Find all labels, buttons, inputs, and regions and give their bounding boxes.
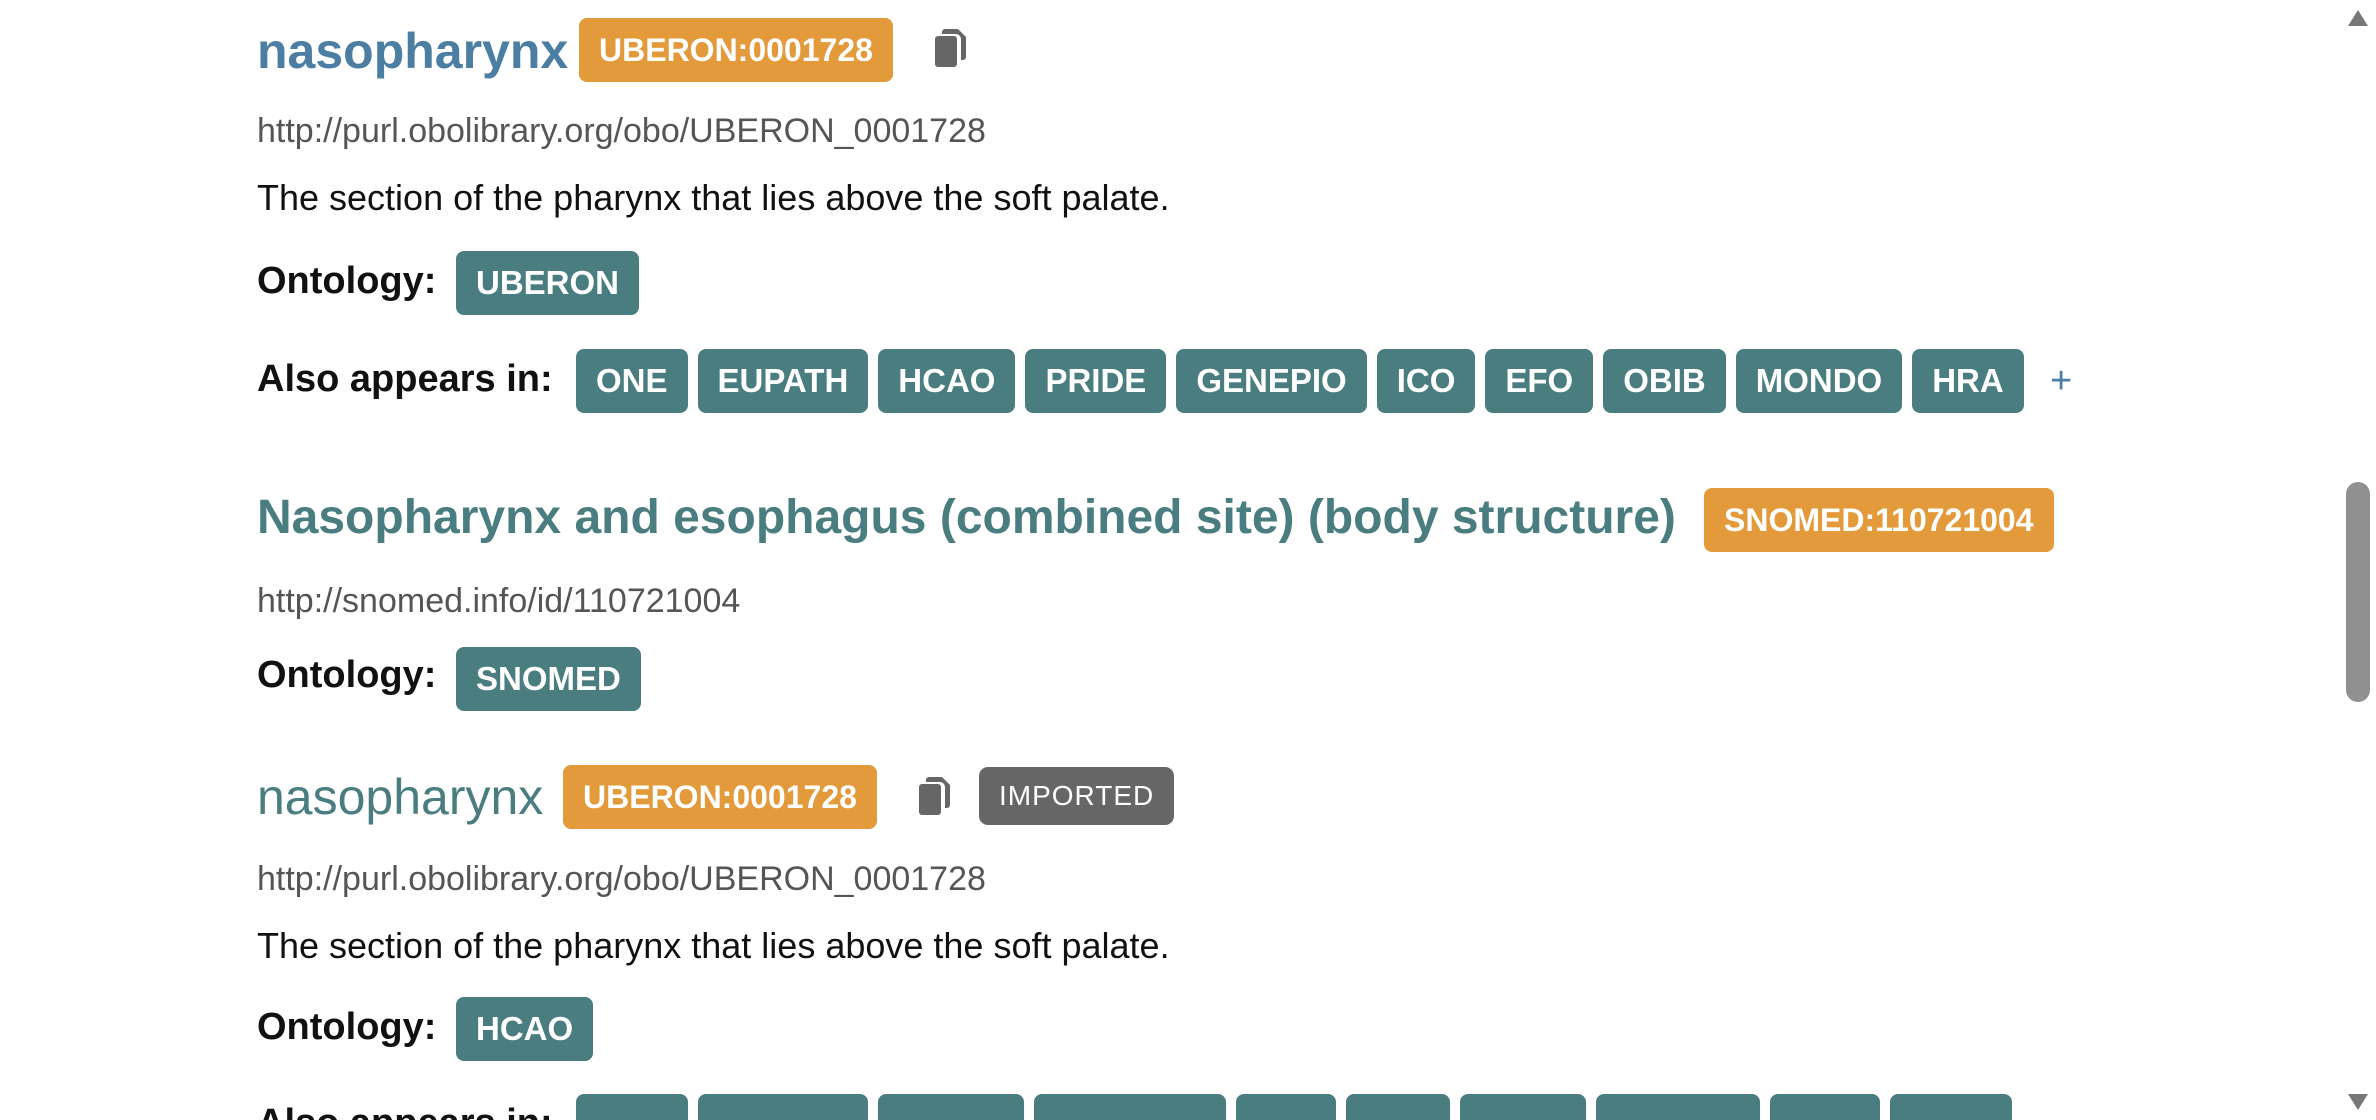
ontology-badge[interactable] [1460,1094,1586,1120]
ontology-label: Ontology: [257,1006,437,1048]
also-appears-label: Also appears in: [257,1102,553,1120]
ontology-badge[interactable] [1346,1094,1450,1120]
search-results: nasopharynx UBERON:0001728 http://purl.o… [0,0,2340,1120]
ontology-badge[interactable] [576,1094,688,1120]
ontology-badge[interactable] [698,1094,868,1120]
copy-icon[interactable] [916,776,952,816]
ontology-label: Ontology: [257,654,437,696]
curie-badge[interactable]: UBERON:0001728 [563,765,877,829]
iri-link[interactable]: http://purl.obolibrary.org/obo/UBERON_00… [257,112,986,151]
ontology-badge-mondo[interactable]: MONDO [1735,349,1903,413]
scroll-thumb[interactable] [2346,482,2370,702]
description: The section of the pharynx that lies abo… [257,925,1170,966]
ontology-badge[interactable]: SNOMED [456,647,641,711]
result-title[interactable]: Nasopharynx and esophagus (combined site… [257,494,1676,542]
ontology-label: Ontology: [257,260,437,302]
also-appears-list-clipped [576,1094,2012,1120]
ontology-badge[interactable] [878,1094,1024,1120]
ontology-badge-eupath[interactable]: EUPATH [697,349,869,413]
ontology-badge[interactable] [1890,1094,2012,1120]
ontology-badge[interactable] [1236,1094,1336,1120]
also-appears-label: Also appears in: [257,358,553,400]
also-appears-list: ONE EUPATH HCAO PRIDE GENEPIO ICO EFO OB… [576,349,2024,413]
vertical-scrollbar[interactable] [2340,0,2376,1120]
imported-tag: IMPORTED [979,767,1175,825]
ontology-badge-hra[interactable]: HRA [1912,349,2024,413]
ontology-badge-efo[interactable]: EFO [1485,349,1594,413]
ontology-badge-pride[interactable]: PRIDE [1025,349,1167,413]
iri-link[interactable]: http://snomed.info/id/110721004 [257,582,740,621]
show-more-button[interactable]: + [2050,362,2072,400]
ontology-badge-ico[interactable]: ICO [1376,349,1476,413]
iri-link[interactable]: http://purl.obolibrary.org/obo/UBERON_00… [257,860,986,899]
ontology-badge[interactable] [1034,1094,1226,1120]
ontology-badge[interactable]: UBERON [456,251,640,315]
description: The section of the pharynx that lies abo… [257,177,1170,218]
ontology-badge[interactable] [1770,1094,1880,1120]
scroll-down-icon[interactable] [2348,1094,2368,1110]
ontology-badge[interactable]: HCAO [456,997,594,1061]
scroll-up-icon[interactable] [2348,10,2368,26]
curie-badge[interactable]: SNOMED:110721004 [1704,488,2054,552]
curie-badge[interactable]: UBERON:0001728 [579,18,893,82]
ontology-badge-hcao[interactable]: HCAO [878,349,1016,413]
result-title[interactable]: nasopharynx [257,772,543,822]
ontology-badge[interactable] [1596,1094,1760,1120]
ontology-badge-genepio[interactable]: GENEPIO [1176,349,1367,413]
result-title[interactable]: nasopharynx [257,26,568,76]
copy-icon[interactable] [932,28,968,68]
ontology-badge-one[interactable]: ONE [576,349,688,413]
ontology-badge-obib[interactable]: OBIB [1603,349,1726,413]
